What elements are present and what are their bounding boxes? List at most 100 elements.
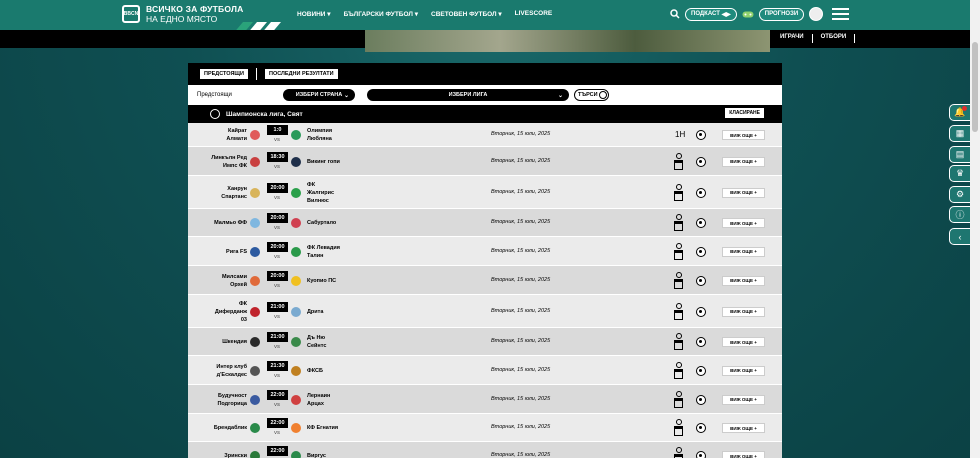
see-more-button[interactable]: ВИЖ ОЩЕ + — [722, 187, 765, 198]
hamburger-menu-icon[interactable] — [832, 8, 849, 23]
away-team-name[interactable]: Куопио ПС — [307, 277, 336, 285]
away-team-name[interactable]: Олимпия Любляна — [307, 127, 332, 143]
match-row[interactable]: Милсами Орхей 20:00 VS Куопио ПС Вторник, 15 … — [188, 266, 782, 295]
match-row[interactable]: Рига FS 20:00 VS ФК Левадия Талин Вторник, 15… — [188, 237, 782, 266]
add-to-calendar-icon[interactable] — [674, 333, 684, 350]
fixtures-tabs: ПРЕДСТОЯЩИ ПОСЛЕДНИ РЕЗУЛТАТИ — [188, 63, 782, 85]
home-team-name[interactable]: Милсами Орхей — [222, 273, 247, 289]
see-more-button[interactable]: ВИЖ ОЩЕ + — [722, 130, 765, 140]
subnav-teams[interactable]: ОТБОРИ — [821, 34, 847, 43]
notifications-button[interactable]: 🔔 — [949, 104, 971, 121]
trophy-icon: ♛ — [955, 168, 965, 178]
football-icon — [696, 451, 706, 458]
home-team-name[interactable]: Интер клуб д'Ескалдес — [216, 363, 247, 379]
away-team-name[interactable]: ФК Жалгирис Вилнюс — [307, 181, 334, 205]
match-row[interactable]: Интер клуб д'Ескалдес 21:30 VS ФКСБ Вторник, … — [188, 356, 782, 385]
home-team-name[interactable]: ФК Диферданж 03 — [215, 300, 247, 324]
see-more-button[interactable]: ВИЖ ОЩЕ + — [722, 156, 765, 167]
nav-bulgarian-football[interactable]: БЪЛГАРСКИ ФУТБОЛ ▾ — [344, 10, 418, 18]
schedule-button[interactable]: ▤ — [949, 146, 971, 163]
nav-livescore[interactable]: LIVESCORE — [515, 10, 553, 18]
match-row[interactable]: Линкълн Ред Импс ФК 18:30 VS Викинг гопи Втор… — [188, 147, 782, 176]
away-team-name[interactable]: ФК Левадия Талин — [307, 244, 340, 260]
podcast-button[interactable]: ПОДКАСТ ◀▶ — [685, 7, 737, 21]
see-more-button[interactable]: ВИЖ ОЩЕ + — [722, 423, 765, 433]
see-more-button[interactable]: ВИЖ ОЩЕ + — [722, 365, 765, 376]
site-logo[interactable]: BBCN — [122, 5, 140, 23]
home-team-name[interactable]: Кайрат Алмати — [226, 127, 247, 143]
league-select[interactable]: ИЗБЕРИ ЛИГА ⌄ — [367, 89, 569, 101]
forecasts-button[interactable]: ПРОГНОЗИ — [758, 7, 805, 21]
away-team-name[interactable]: Дрита — [307, 308, 323, 316]
home-team-logo — [250, 394, 260, 405]
see-more-button[interactable]: ВИЖ ОЩЕ + — [722, 246, 765, 257]
match-row[interactable]: Будучност Подгорица 22:00 VS Лернаин Арцах Вто… — [188, 385, 782, 414]
see-more-button[interactable]: ВИЖ ОЩЕ + — [722, 275, 765, 286]
away-team-name[interactable]: Викинг гопи — [307, 158, 340, 166]
football-icon — [696, 130, 706, 140]
main-nav: НОВИНИ ▾ БЪЛГАРСКИ ФУТБОЛ ▾ СВЕТОВЕН ФУТ… — [297, 10, 552, 18]
match-row[interactable]: Ханрун Спартанс 20:00 VS ФК Жалгирис Вилнюс Вто… — [188, 176, 782, 209]
match-row[interactable]: Шкендия 21:00 VS Дъ Ню Сейнтс Вторник, 15 юли… — [188, 328, 782, 356]
match-date: Вторник, 15 юли, 2025 — [491, 219, 551, 225]
search-icon[interactable] — [670, 9, 680, 19]
away-team-name[interactable]: ФКСБ — [307, 367, 323, 375]
home-team-name[interactable]: Линкълн Ред Импс ФК — [211, 154, 247, 170]
away-team-name[interactable]: Виргус — [307, 452, 326, 458]
see-more-button[interactable]: ВИЖ ОЩЕ + — [722, 218, 765, 228]
home-team-name[interactable]: Малмьо ФФ — [214, 219, 247, 227]
match-row[interactable]: ФК Диферданж 03 21:00 VS Дрита Вторник, 15 юли… — [188, 295, 782, 328]
match-row[interactable]: Брендаблик 22:00 VS КФ Егнатия Вторник, 15 ю… — [188, 414, 782, 442]
add-to-calendar-icon[interactable] — [674, 214, 684, 231]
home-team-name[interactable]: Будучност Подгорица — [217, 392, 247, 408]
search-toggle[interactable]: ТЪРСИ — [574, 89, 609, 101]
scrollbar-thumb[interactable] — [972, 42, 978, 132]
kickoff-time: 18:30 — [267, 151, 288, 162]
away-team-name[interactable]: Сабуртало — [307, 219, 336, 227]
tab-latest-results[interactable]: ПОСЛЕДНИ РЕЗУЛТАТИ — [264, 69, 338, 79]
add-to-calendar-icon[interactable] — [674, 447, 684, 458]
home-team-name[interactable]: Рига FS — [226, 248, 247, 256]
match-row[interactable]: Зрински22:00VSВиргусВторник, 15 юли, 202… — [188, 442, 782, 458]
user-avatar[interactable] — [809, 7, 824, 21]
scrollbar[interactable] — [970, 0, 980, 458]
away-team-logo — [291, 275, 301, 286]
settings-button[interactable]: ⚙ — [949, 186, 971, 203]
vs-label: VS — [274, 401, 281, 407]
kickoff-time: 20:00 — [267, 182, 288, 193]
away-team-name[interactable]: Дъ Ню Сейнтс — [307, 334, 326, 350]
tab-upcoming[interactable]: ПРЕДСТОЯЩИ — [200, 69, 248, 79]
subnav-players[interactable]: ИГРАЧИ — [780, 34, 804, 43]
home-team-name[interactable]: Шкендия — [222, 338, 247, 346]
away-team-name[interactable]: Лернаин Арцах — [307, 392, 330, 408]
gamepad-icon[interactable] — [742, 10, 754, 19]
home-team-name[interactable]: Ханрун Спартанс — [221, 185, 247, 201]
add-to-calendar-icon[interactable] — [674, 152, 684, 170]
add-to-calendar-icon[interactable] — [674, 390, 684, 408]
collapse-sidebar-button[interactable]: ‹ — [949, 228, 971, 245]
add-to-calendar-icon[interactable] — [674, 242, 684, 260]
home-team-name[interactable]: Зрински — [224, 452, 247, 458]
nav-news[interactable]: НОВИНИ ▾ — [297, 10, 331, 18]
trophy-button[interactable]: ♛ — [949, 165, 971, 182]
see-more-button[interactable]: ВИЖ ОЩЕ + — [722, 337, 765, 347]
see-more-button[interactable]: ВИЖ ОЩЕ + — [722, 306, 765, 317]
see-more-button[interactable]: ВИЖ ОЩЕ + — [722, 394, 765, 405]
add-to-calendar-icon[interactable] — [674, 183, 684, 201]
home-team-logo — [250, 156, 260, 167]
add-to-calendar-icon[interactable] — [674, 419, 684, 436]
add-to-calendar-icon[interactable] — [674, 302, 684, 320]
away-team-name[interactable]: КФ Егнатия — [307, 424, 338, 432]
standings-button[interactable]: КЛАСИРАНЕ — [725, 108, 764, 118]
country-select[interactable]: ИЗБЕРИ СТРАНА ⌄ — [283, 89, 355, 101]
add-to-calendar-icon[interactable] — [674, 361, 684, 379]
see-more-button[interactable]: ВИЖ ОЩЕ + — [722, 451, 765, 458]
info-button[interactable]: ⓘ — [949, 206, 971, 223]
home-team-logo — [250, 337, 260, 347]
add-to-calendar-icon[interactable] — [674, 271, 684, 289]
match-row[interactable]: Кайрат Алмати 1:0 VS Олимпия Любляна Вторник, … — [188, 123, 782, 147]
match-row[interactable]: Малмьо ФФ 20:00 VS Сабуртало Вторник, 15 юли… — [188, 209, 782, 237]
calendar-button[interactable]: ▦ — [949, 125, 971, 142]
home-team-name[interactable]: Брендаблик — [214, 424, 247, 432]
nav-world-football[interactable]: СВЕТОВЕН ФУТБОЛ ▾ — [431, 10, 502, 18]
